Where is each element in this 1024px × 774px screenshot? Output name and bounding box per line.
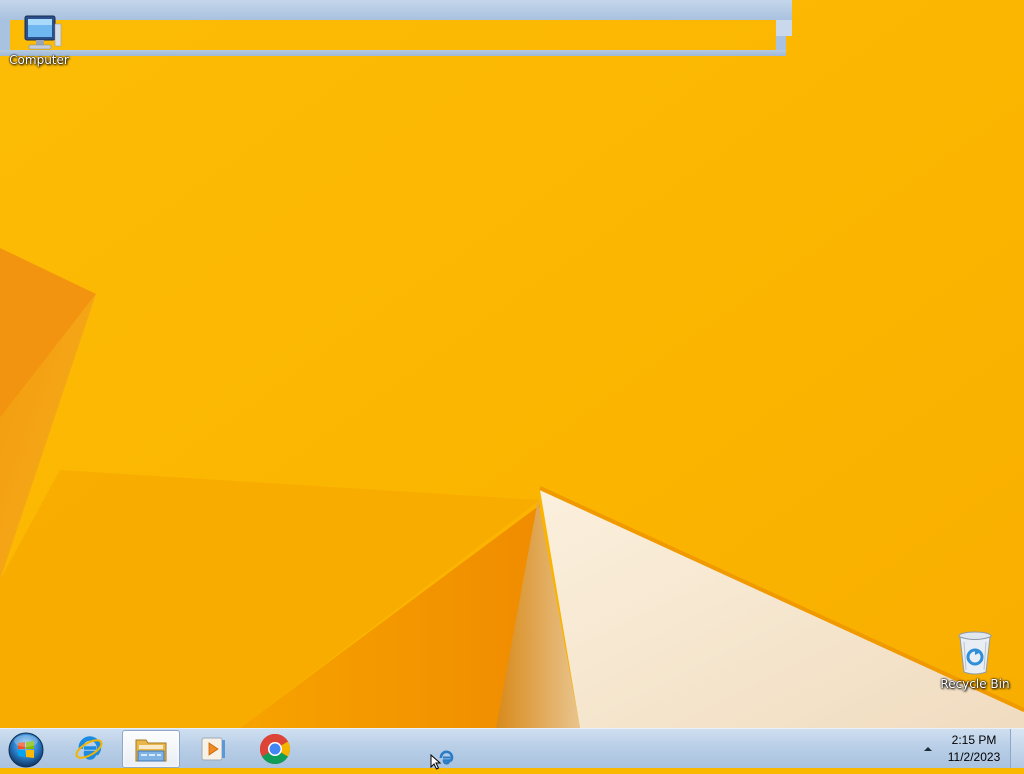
desktop-icon-label: Recycle Bin: [940, 677, 1010, 691]
desktop-wallpaper: [0, 0, 1024, 728]
mouse-cursor-icon: [430, 753, 442, 774]
file-explorer-icon: [135, 739, 167, 762]
window-bottom-border: [0, 50, 786, 56]
taskbar-item-media-player[interactable]: [184, 730, 242, 768]
recycle-bin-icon: [958, 631, 992, 675]
windows-orb-icon: [8, 732, 44, 768]
window-frame[interactable]: [0, 0, 792, 58]
computer-icon: [24, 15, 62, 50]
start-button[interactable]: [4, 730, 48, 768]
window-corner: [776, 20, 792, 36]
clock-time: 2:15 PM: [951, 733, 997, 747]
show-hidden-icons-icon: [924, 747, 932, 751]
window-title-bar[interactable]: [0, 0, 792, 20]
taskbar-item-chrome[interactable]: [246, 730, 304, 768]
chrome-icon: [259, 734, 291, 765]
desktop-icon-label: Computer: [9, 53, 69, 67]
taskbar: 2:15 PM 11/2/2023: [0, 728, 1024, 768]
media-player-icon: [201, 737, 225, 761]
desktop-icon-computer[interactable]: Computer: [3, 14, 75, 67]
show-hidden-icons-button[interactable]: [920, 741, 936, 757]
desktop-icon-recycle-bin[interactable]: Recycle Bin: [939, 630, 1011, 691]
taskbar-item-file-explorer[interactable]: [122, 730, 180, 768]
show-desktop-button[interactable]: [1010, 729, 1024, 768]
internet-explorer-icon: [75, 736, 103, 760]
taskbar-item-internet-explorer[interactable]: [60, 730, 118, 768]
system-clock[interactable]: 2:15 PM 11/2/2023: [940, 732, 1008, 766]
clock-date: 11/2/2023: [947, 750, 1001, 764]
